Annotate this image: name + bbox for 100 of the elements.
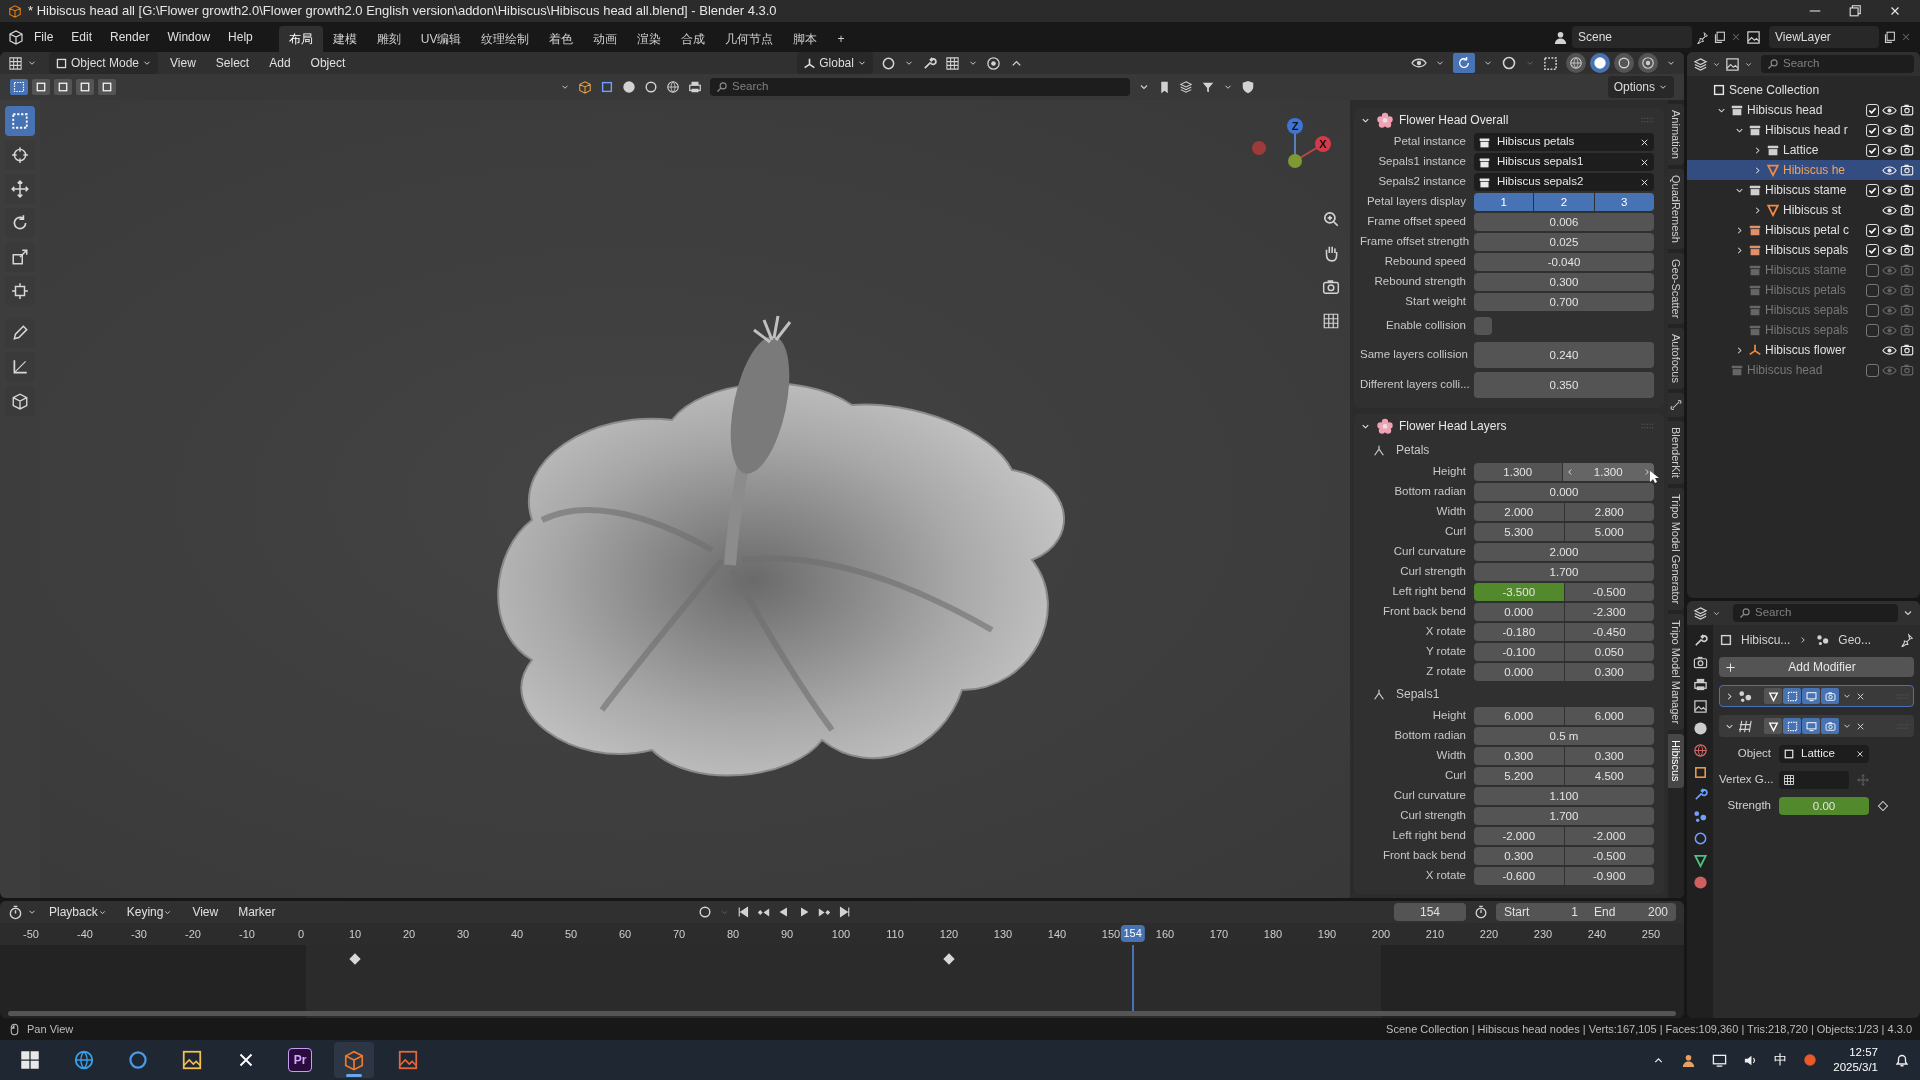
workspace-tab[interactable]: 动画 xyxy=(583,26,628,52)
layer-toggle-button[interactable]: 3 xyxy=(1594,193,1654,211)
menu-item[interactable]: Object xyxy=(302,52,354,75)
outliner-row[interactable]: Hibiscus sepals xyxy=(1687,240,1920,260)
strength-slider[interactable]: 0.00 xyxy=(1779,797,1869,815)
number-field[interactable]: 0.350 xyxy=(1474,372,1654,398)
number-field[interactable]: -0.500 xyxy=(1564,847,1654,865)
workspace-tab[interactable]: 建模 xyxy=(322,26,367,52)
number-field[interactable]: 0.300 xyxy=(1474,747,1564,765)
search-field[interactable]: Search xyxy=(1761,55,1914,73)
number-field[interactable]: 0.006 xyxy=(1474,213,1654,231)
object-field[interactable]: Lattice xyxy=(1779,745,1869,763)
number-field[interactable]: 0.300 xyxy=(1474,847,1564,865)
search-field[interactable]: Search xyxy=(1733,604,1898,622)
add-modifier-button[interactable]: Add Modifier xyxy=(1719,657,1914,677)
number-field[interactable]: -0.180 xyxy=(1474,623,1564,641)
outliner-row[interactable]: Hibiscus head xyxy=(1687,100,1920,120)
outliner-row[interactable]: Hibiscus stame xyxy=(1687,180,1920,200)
sidebar-tab[interactable]: Animation xyxy=(1668,104,1684,165)
outliner-row[interactable]: Hibiscus flower xyxy=(1687,340,1920,360)
number-field[interactable]: 0.000 xyxy=(1474,603,1564,621)
number-field[interactable]: 0.5 m xyxy=(1474,727,1654,745)
object-field[interactable]: Hibiscus sepals2 xyxy=(1474,173,1654,191)
number-field[interactable]: 0.300 xyxy=(1564,663,1654,681)
breadcrumb-item[interactable]: Geo... xyxy=(1838,631,1872,649)
menu-item[interactable]: Render xyxy=(102,25,158,49)
number-field[interactable]: 2.000 xyxy=(1474,503,1564,521)
current-frame-indicator[interactable]: 154 xyxy=(1120,925,1145,942)
menu-item[interactable]: Playback xyxy=(41,901,115,924)
taskbar-app[interactable]: Pr xyxy=(280,1042,320,1078)
outliner-row[interactable]: Hibiscus he xyxy=(1687,160,1920,180)
number-field[interactable]: 1.300 xyxy=(1474,463,1562,481)
number-field[interactable]: -2.300 xyxy=(1564,603,1654,621)
number-field[interactable]: 0.000 xyxy=(1474,663,1564,681)
workspace-tab[interactable]: UV编辑 xyxy=(410,26,472,52)
add-workspace-button[interactable]: + xyxy=(827,26,855,52)
number-field[interactable]: 0.000 xyxy=(1474,483,1654,501)
number-field[interactable]: 5.300 xyxy=(1474,523,1564,541)
number-field[interactable]: 2.800 xyxy=(1564,503,1654,521)
number-field[interactable]: 0.240 xyxy=(1474,342,1654,368)
scene-field[interactable]: Scene xyxy=(1572,26,1692,48)
number-field[interactable]: 2.000 xyxy=(1474,543,1654,561)
number-field[interactable]: -0.100 xyxy=(1474,643,1564,661)
menu-item[interactable]: File xyxy=(26,25,62,49)
workspace-tab[interactable]: 合成 xyxy=(671,26,716,52)
clock-time[interactable]: 12:57 xyxy=(1849,1045,1878,1060)
number-field[interactable]: -0.900 xyxy=(1564,867,1654,885)
number-field[interactable]: 0.700 xyxy=(1474,293,1654,311)
number-field[interactable]: -0.500 xyxy=(1564,583,1654,601)
panel-title[interactable]: Flower Head Layers xyxy=(1399,417,1507,435)
start-frame-field[interactable]: Start 1 xyxy=(1496,903,1586,921)
end-frame-field[interactable]: End 200 xyxy=(1586,903,1676,921)
outliner-row[interactable]: Hibiscus head r xyxy=(1687,120,1920,140)
options-dropdown[interactable]: Options xyxy=(1607,76,1674,98)
number-field[interactable]: 5.000 xyxy=(1564,523,1654,541)
number-field[interactable]: 6.000 xyxy=(1564,707,1654,725)
current-frame-field[interactable]: 154 xyxy=(1394,903,1466,921)
number-field[interactable]: 5.200 xyxy=(1474,767,1564,785)
menu-item[interactable]: View xyxy=(184,901,227,924)
panel-title[interactable]: Flower Head Overall xyxy=(1399,111,1509,129)
view-layer-field[interactable]: ViewLayer xyxy=(1769,26,1879,48)
number-field[interactable]: 0.300 xyxy=(1474,273,1654,291)
workspace-tab[interactable]: 几何节点 xyxy=(715,26,784,52)
navigation-gizmo[interactable]: Z X xyxy=(1247,116,1337,196)
sidebar-tab[interactable]: Hibiscus xyxy=(1668,734,1684,788)
number-field[interactable]: 4.500 xyxy=(1564,767,1654,785)
menu-item[interactable]: Help xyxy=(220,25,261,49)
sidebar-tab[interactable]: Tripo Model Generator xyxy=(1668,487,1684,611)
menu-item[interactable]: Marker xyxy=(230,901,284,924)
number-field[interactable]: -2.000 xyxy=(1474,827,1564,845)
outliner-row[interactable]: Scene Collection xyxy=(1687,80,1920,100)
menu-item[interactable]: Select xyxy=(207,52,258,75)
number-field[interactable]: 0.025 xyxy=(1474,233,1654,251)
menu-item[interactable]: Window xyxy=(159,25,219,49)
number-field[interactable]: -0.450 xyxy=(1564,623,1654,641)
number-field[interactable]: 1.100 xyxy=(1474,787,1654,805)
number-field[interactable]: 6.000 xyxy=(1474,707,1564,725)
workspace-tab[interactable]: 布局 xyxy=(278,26,323,52)
mode-dropdown[interactable]: Object Mode xyxy=(49,52,159,74)
outliner-row[interactable]: Hibiscus petal c xyxy=(1687,220,1920,240)
workspace-tab[interactable]: 纹理绘制 xyxy=(471,26,540,52)
input-method-indicator[interactable]: 中 xyxy=(1774,1050,1788,1070)
number-field[interactable]: 1.700 xyxy=(1474,563,1654,581)
number-field[interactable]: -2.000 xyxy=(1564,827,1654,845)
menu-item[interactable]: Keying xyxy=(118,901,181,924)
sidebar-tab[interactable]: QuadRemesh xyxy=(1668,168,1684,249)
sidebar-tab[interactable]: BlenderKit xyxy=(1668,421,1684,484)
number-field[interactable]: 0.300 xyxy=(1564,747,1654,765)
clock-date[interactable]: 2025/3/1 xyxy=(1833,1060,1878,1075)
workspace-tab[interactable]: 脚本 xyxy=(783,26,828,52)
breadcrumb-item[interactable]: Hibiscu... xyxy=(1741,631,1791,649)
layer-toggle-button[interactable]: 2 xyxy=(1534,193,1594,211)
sidebar-tab[interactable]: Geo-Scatter xyxy=(1668,252,1684,325)
sidebar-tab[interactable]: Autofocus xyxy=(1668,328,1684,390)
number-field[interactable]: 1.700 xyxy=(1474,807,1654,825)
menu-item[interactable]: View xyxy=(162,52,204,75)
object-field[interactable]: Hibiscus petals xyxy=(1474,133,1654,151)
orientation-dropdown[interactable]: Global xyxy=(797,52,873,74)
menu-item[interactable]: Edit xyxy=(63,25,101,49)
layer-toggle-button[interactable]: 1 xyxy=(1474,193,1534,211)
